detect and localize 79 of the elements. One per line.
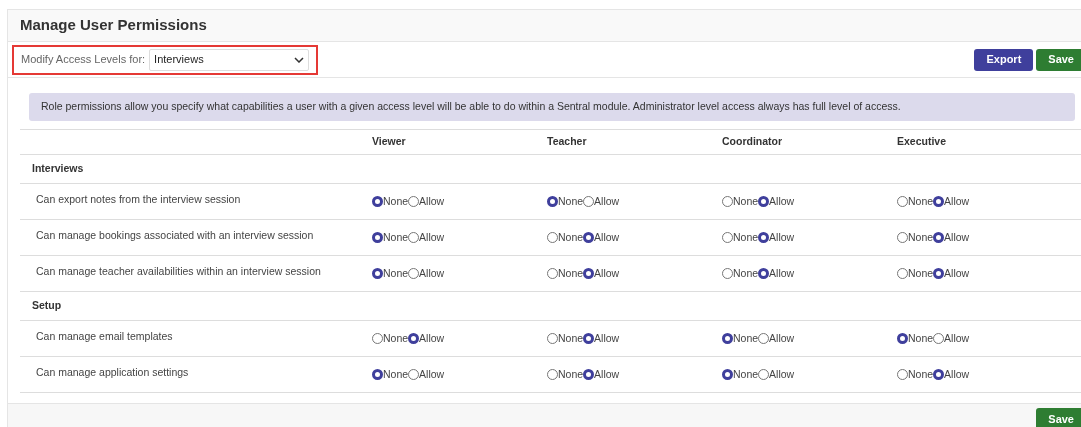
radio-option[interactable]: None — [547, 229, 584, 246]
radio-option[interactable]: None — [722, 366, 759, 383]
radio-option[interactable]: Allow — [933, 330, 970, 347]
module-select[interactable]: Interviews — [149, 48, 309, 71]
radio-button[interactable] — [372, 268, 383, 279]
radio-option[interactable]: Allow — [408, 193, 445, 210]
radio-option[interactable]: None — [372, 265, 409, 282]
export-button[interactable]: Export — [974, 48, 1034, 71]
radio-option[interactable]: Allow — [583, 229, 620, 246]
radio-option[interactable]: None — [897, 265, 934, 282]
radio-option[interactable]: Allow — [933, 366, 970, 383]
radio-option[interactable]: Allow — [933, 265, 970, 282]
radio-option[interactable]: Allow — [933, 229, 970, 246]
radio-option[interactable]: None — [547, 330, 584, 347]
radio-button[interactable] — [897, 333, 908, 344]
radio-option[interactable]: Allow — [583, 366, 620, 383]
radio-button[interactable] — [583, 232, 595, 243]
radio-option[interactable]: Allow — [583, 265, 620, 282]
column-header: Teacher — [547, 134, 587, 150]
permission-label: Can manage application settings — [35, 364, 190, 380]
radio-button[interactable] — [583, 333, 595, 344]
radio-option[interactable]: None — [897, 193, 934, 210]
radio-button[interactable] — [758, 196, 770, 207]
radio-option[interactable]: Allow — [758, 193, 795, 210]
radio-option[interactable]: Allow — [408, 229, 445, 246]
section-heading: Interviews — [32, 161, 84, 177]
radio-option[interactable]: Allow — [408, 330, 445, 347]
radio-option[interactable]: None — [897, 229, 934, 246]
radio-button[interactable] — [583, 369, 595, 380]
radio-option[interactable]: None — [547, 193, 584, 210]
radio-option[interactable]: None — [372, 330, 409, 347]
section-heading: Setup — [32, 298, 62, 314]
radio-button[interactable] — [722, 369, 733, 380]
radio-option[interactable]: None — [372, 229, 409, 246]
radio-option[interactable]: None — [372, 193, 409, 210]
radio-button[interactable] — [372, 196, 383, 207]
info-banner: Role permissions allow you specify what capabilities a user with a given access level will be able to do within a Sentral module. Administrator level access always has full level of access. — [29, 93, 1075, 121]
radio-option[interactable]: None — [897, 366, 934, 383]
panel-title: Manage User Permissions — [20, 15, 207, 36]
radio-option[interactable]: None — [897, 330, 934, 347]
radio-button[interactable] — [372, 232, 383, 243]
permission-label: Can manage teacher availabilities within an interview session — [35, 263, 322, 279]
radio-option[interactable]: Allow — [758, 366, 795, 383]
permission-label: Can export notes from the interview session — [35, 191, 242, 207]
radio-option[interactable]: None — [722, 193, 759, 210]
radio-option[interactable]: Allow — [933, 193, 970, 210]
radio-button[interactable] — [933, 232, 945, 243]
radio-option[interactable]: Allow — [758, 265, 795, 282]
radio-option[interactable]: None — [372, 366, 409, 383]
chevron-down-icon — [294, 56, 304, 63]
column-header: Coordinator — [722, 134, 783, 150]
radio-option[interactable]: Allow — [408, 366, 445, 383]
radio-button[interactable] — [408, 333, 420, 344]
column-header: Viewer — [372, 134, 406, 150]
save-button[interactable]: Save — [1036, 408, 1081, 427]
radio-button[interactable] — [372, 369, 383, 380]
radio-option[interactable]: None — [722, 330, 759, 347]
radio-button[interactable] — [933, 196, 945, 207]
radio-option[interactable]: None — [722, 265, 759, 282]
radio-option[interactable]: None — [722, 229, 759, 246]
radio-button[interactable] — [583, 268, 595, 279]
permission-label: Can manage bookings associated with an interview session — [35, 227, 315, 243]
radio-button[interactable] — [547, 196, 558, 207]
save-button[interactable]: Save — [1036, 48, 1081, 71]
radio-option[interactable]: Allow — [583, 193, 620, 210]
radio-option[interactable]: Allow — [758, 330, 795, 347]
radio-button[interactable] — [722, 333, 733, 344]
radio-option[interactable]: None — [547, 265, 584, 282]
radio-option[interactable]: None — [547, 366, 584, 383]
column-header: Executive — [897, 134, 947, 150]
radio-button[interactable] — [758, 268, 770, 279]
radio-option[interactable]: Allow — [758, 229, 795, 246]
radio-option[interactable]: Allow — [408, 265, 445, 282]
permission-label: Can manage email templates — [35, 328, 174, 344]
radio-button[interactable] — [758, 232, 770, 243]
radio-button[interactable] — [933, 369, 945, 380]
radio-button[interactable] — [933, 268, 945, 279]
radio-option[interactable]: Allow — [583, 330, 620, 347]
filter-label: Modify Access Levels for: — [21, 52, 146, 68]
